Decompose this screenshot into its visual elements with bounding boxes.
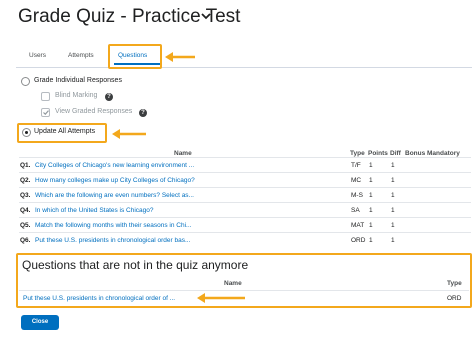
question-link[interactable]: Put these U.S. presidents in chronologic…	[35, 237, 190, 244]
arrow-left-icon	[165, 52, 195, 62]
table-row: Q6. Put these U.S. presidents in chronol…	[19, 232, 471, 247]
column-header-bonus: Bonus	[405, 150, 426, 157]
question-link[interactable]: How many colleges make up City Colleges …	[35, 177, 195, 184]
questions-tab-highlight	[108, 44, 162, 69]
question-number: Q2.	[20, 177, 31, 184]
question-diff: 1	[391, 222, 395, 229]
check-icon	[43, 110, 49, 115]
arrow-left-icon	[112, 129, 146, 139]
question-type: MC	[351, 177, 362, 184]
tab-divider	[16, 67, 472, 68]
grade-individual-label: Grade Individual Responses	[34, 77, 122, 84]
removed-question-type: ORD	[447, 295, 462, 302]
removed-question-link[interactable]: Put these U.S. presidents in chronologic…	[23, 295, 175, 302]
question-type: MAT	[351, 222, 365, 229]
table-row: Q5. Match the following months with thei…	[19, 217, 471, 232]
question-points: 1	[369, 207, 373, 214]
question-points: 1	[369, 237, 373, 244]
question-number: Q5.	[20, 222, 31, 229]
table-row-divider	[19, 290, 469, 291]
question-number: Q4.	[20, 207, 31, 214]
table-row: Q4. In which of the United States is Chi…	[19, 202, 471, 217]
tab-users[interactable]: Users	[29, 52, 46, 59]
column-header-diff: Diff	[390, 150, 401, 157]
question-type: ORD	[351, 237, 366, 244]
help-icon[interactable]: ?	[139, 109, 147, 117]
update-all-label: Update All Attempts	[34, 128, 96, 135]
question-number: Q3.	[20, 192, 31, 199]
grade-individual-radio[interactable]	[21, 77, 30, 86]
question-type: M-S	[351, 192, 363, 199]
update-all-radio[interactable]	[22, 128, 31, 137]
blind-marking-label: Blind Marking	[55, 92, 98, 99]
question-diff: 1	[391, 162, 395, 169]
view-graded-checkbox[interactable]	[41, 108, 50, 117]
column-header-type: Type	[350, 150, 365, 157]
table-row: Q3. Which are the following are even num…	[19, 187, 471, 202]
column-header-mandatory: Mandatory	[427, 150, 460, 157]
blind-marking-checkbox[interactable]	[41, 92, 50, 101]
question-type: T/F	[351, 162, 361, 169]
column-header-type: Type	[447, 280, 462, 287]
question-number: Q1.	[20, 162, 31, 169]
column-header-name: Name	[224, 280, 242, 287]
question-points: 1	[369, 222, 373, 229]
question-type: SA	[351, 207, 360, 214]
table-row: Q2. How many colleges make up City Colle…	[19, 172, 471, 187]
tab-attempts[interactable]: Attempts	[68, 52, 94, 59]
close-button[interactable]: Close	[21, 315, 59, 330]
question-diff: 1	[391, 207, 395, 214]
column-header-points: Points	[368, 150, 388, 157]
question-number: Q6.	[20, 237, 31, 244]
column-header-name: Name	[174, 150, 192, 157]
help-icon[interactable]: ?	[105, 93, 113, 101]
removed-questions-heading: Questions that are not in the quiz anymo…	[22, 258, 249, 272]
question-diff: 1	[391, 192, 395, 199]
question-diff: 1	[391, 177, 395, 184]
question-points: 1	[369, 162, 373, 169]
view-graded-label: View Graded Responses	[55, 108, 133, 115]
question-points: 1	[369, 192, 373, 199]
table-row: Q1. City Colleges of Chicago's new learn…	[19, 157, 471, 172]
arrow-left-icon	[197, 293, 245, 303]
question-link[interactable]: Which are the following are even numbers…	[35, 192, 194, 199]
question-link[interactable]: Match the following months with their se…	[35, 222, 191, 229]
question-diff: 1	[391, 237, 395, 244]
question-link[interactable]: In which of the United States is Chicago…	[35, 207, 154, 214]
chevron-down-icon[interactable]	[199, 9, 213, 23]
question-link[interactable]: City Colleges of Chicago's new learning …	[35, 162, 194, 169]
question-points: 1	[369, 177, 373, 184]
